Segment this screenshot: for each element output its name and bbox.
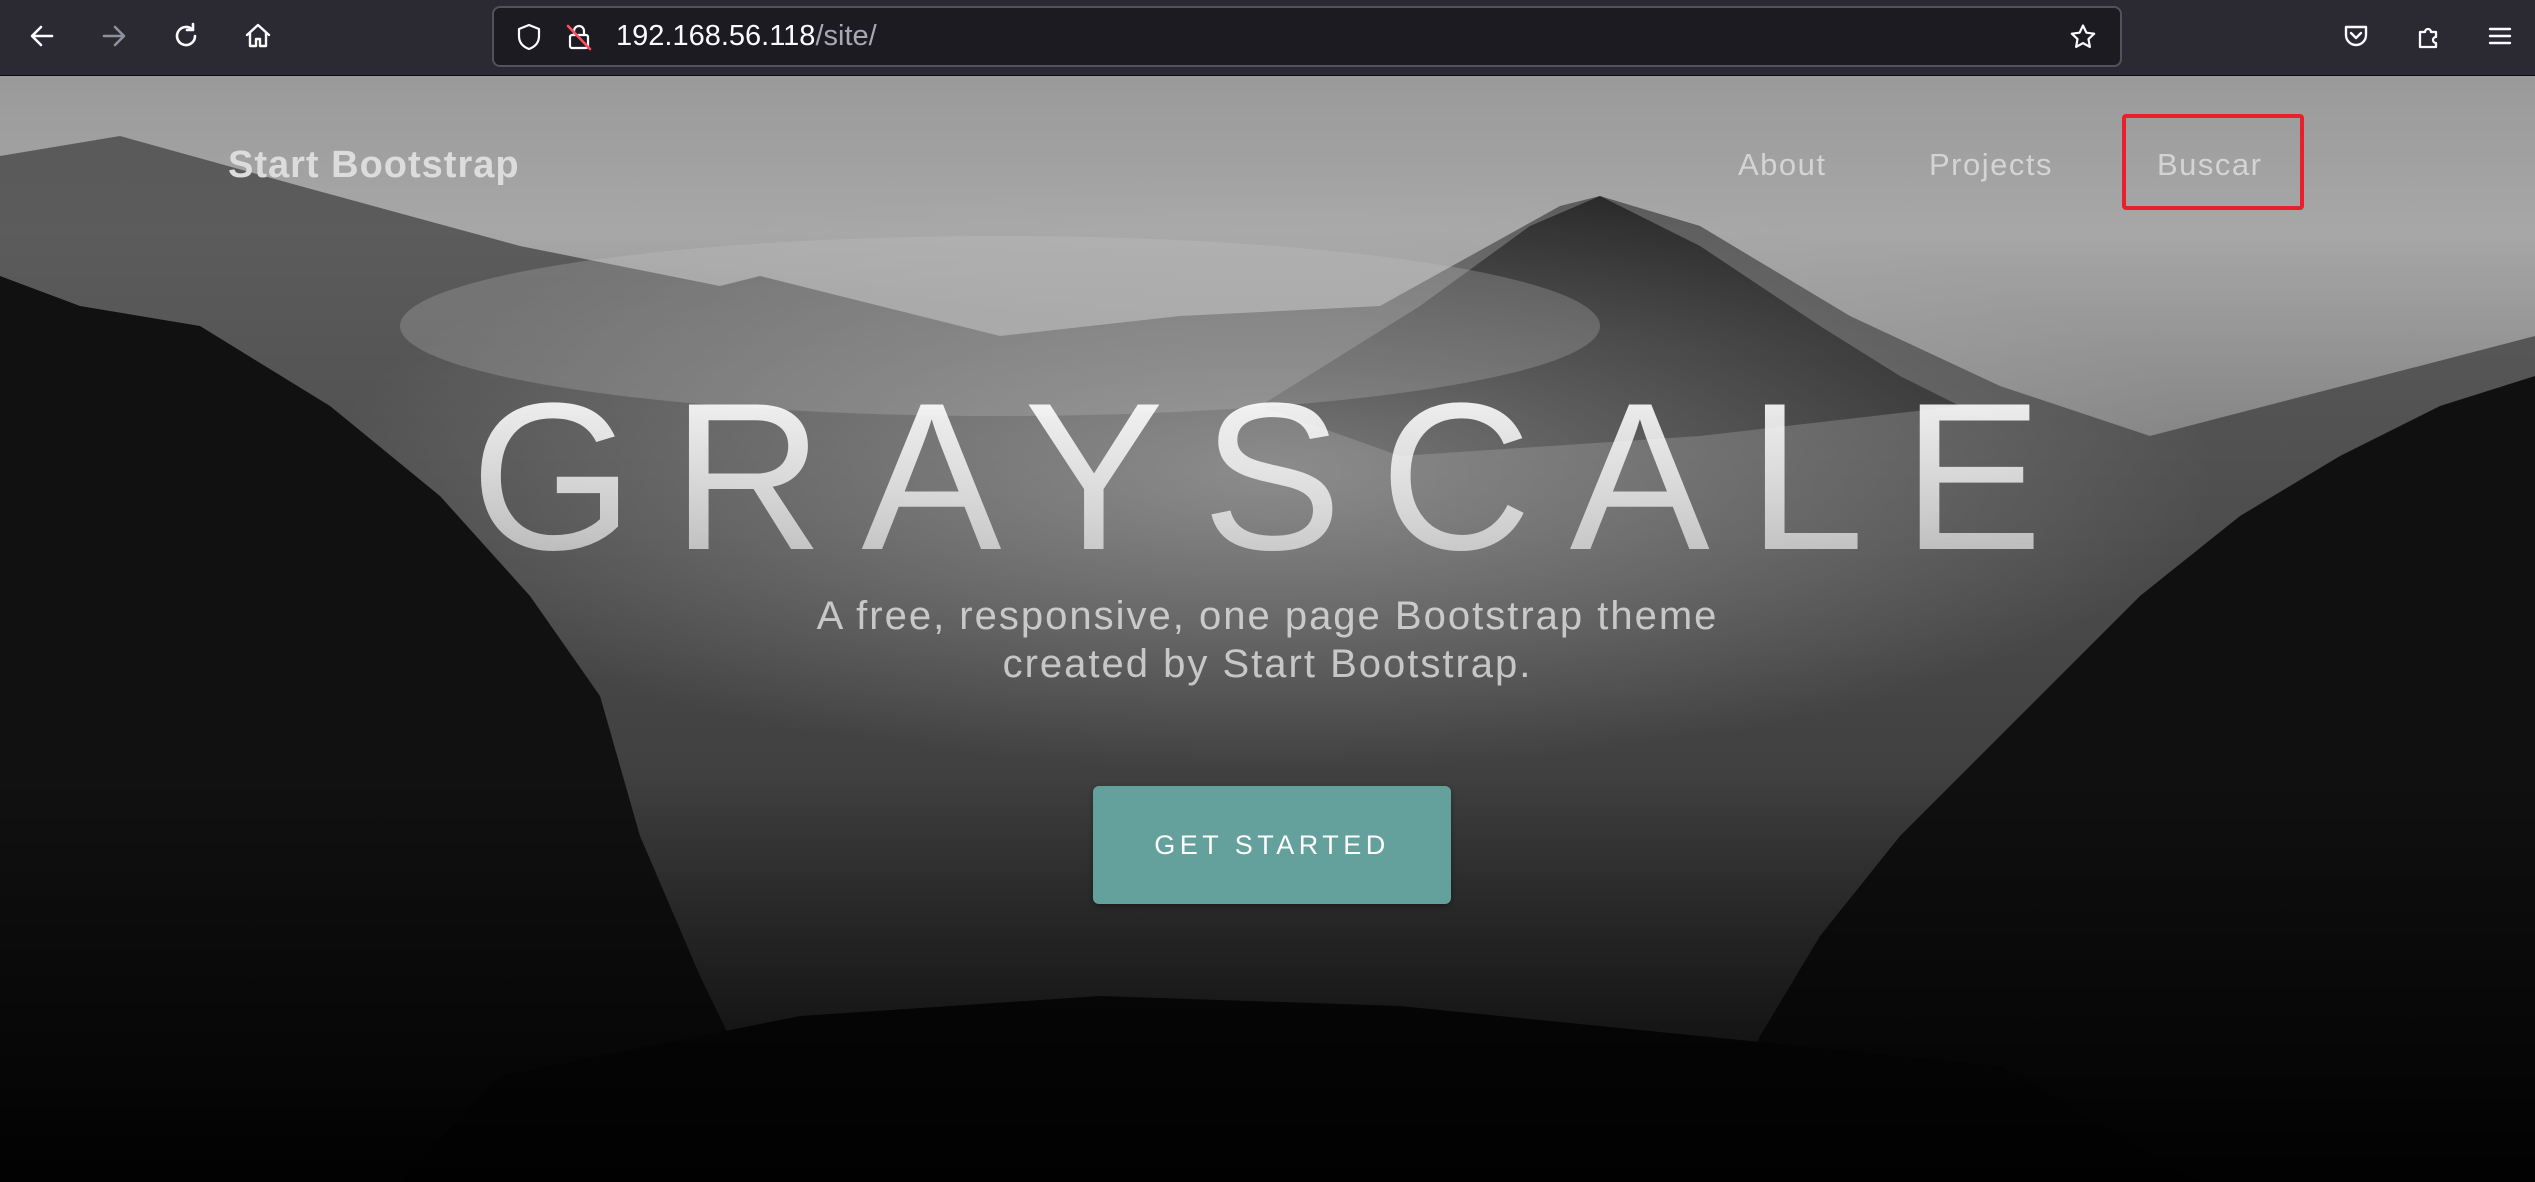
pocket-button[interactable] [2334, 14, 2378, 58]
home-button[interactable] [236, 14, 280, 58]
url-path: /site/ [815, 20, 877, 52]
shield-icon[interactable] [514, 22, 544, 52]
get-started-button[interactable]: GET STARTED [1093, 786, 1451, 904]
back-arrow-icon [30, 25, 54, 47]
hero-subtitle-line-2: created by Start Bootstrap. [1002, 642, 1533, 686]
nav-link-about[interactable]: About [1738, 147, 1827, 183]
hero-subtitle-line-1: A free, responsive, one page Bootstrap t… [816, 594, 1719, 638]
hero-subtitle: A free, responsive, one page Bootstrap t… [0, 592, 2535, 688]
extensions-icon [2418, 27, 2438, 49]
insecure-lock-icon[interactable] [564, 22, 594, 52]
grayscale-page: Start Bootstrap About Projects Buscar GR… [0, 76, 2535, 1182]
address-bar[interactable]: 192.168.56.118/site/ [492, 6, 2122, 67]
extensions-button[interactable] [2406, 14, 2450, 58]
reload-button[interactable] [164, 14, 208, 58]
pocket-icon [2344, 25, 2368, 47]
home-icon [245, 23, 271, 48]
bookmark-star-icon[interactable] [2068, 22, 2098, 52]
menu-icon [2488, 27, 2512, 45]
highlight-annotation-box [2122, 114, 2304, 210]
reload-icon [175, 22, 197, 47]
url-text[interactable]: 192.168.56.118/site/ [616, 8, 877, 65]
nav-link-projects[interactable]: Projects [1929, 147, 2053, 183]
browser-toolbar: 192.168.56.118/site/ [0, 0, 2535, 76]
hero-title: GRAYSCALE [0, 372, 2535, 582]
url-host: 192.168.56.118 [616, 20, 816, 52]
forward-arrow-icon [102, 25, 126, 47]
back-button[interactable] [20, 14, 64, 58]
brand-link[interactable]: Start Bootstrap [228, 144, 520, 187]
app-menu-button[interactable] [2478, 14, 2522, 58]
forward-button[interactable] [92, 14, 136, 58]
